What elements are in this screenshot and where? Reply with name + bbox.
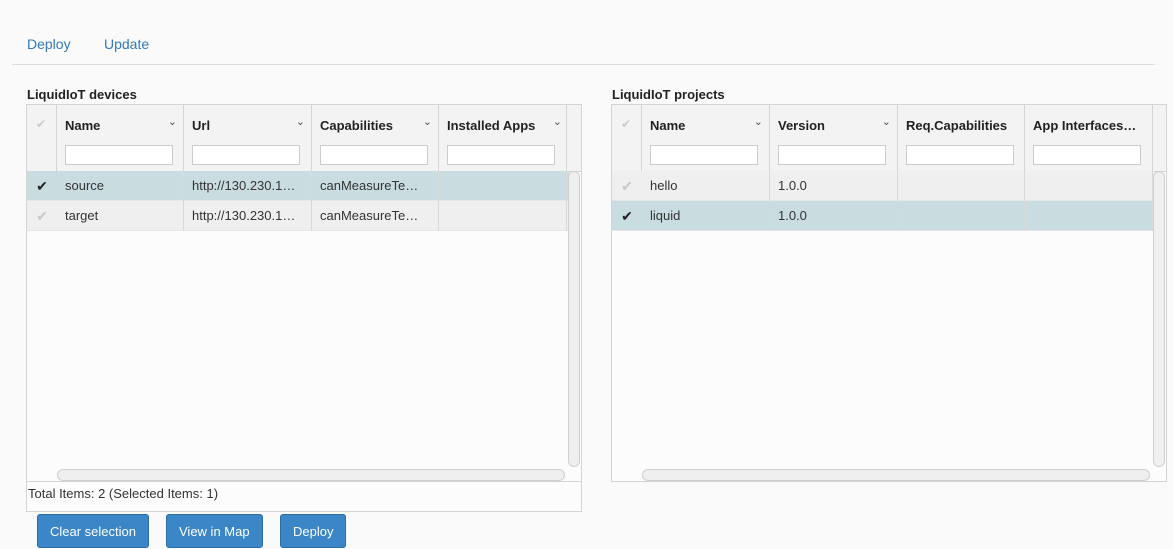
column-label: Capabilities [320,118,393,133]
devices-footer-text: Total Items: 2 (Selected Items: 1) [28,486,219,501]
projects-grid-header: ✔ Name ⌄ Version ⌄ Req.Capabilities App … [612,105,1166,172]
cell-url: http://130.230.1… [184,171,312,201]
tab-update[interactable]: Update [104,36,149,52]
devices-title: LiquidIoT devices [27,87,137,102]
cell-name: target [57,201,184,231]
chevron-down-icon[interactable]: ⌄ [553,115,562,128]
devices-grid: ✔ Name ⌄ Url ⌄ Capabilities ⌄ Installed … [26,104,582,482]
column-label: Name [650,118,686,133]
column-label: App Interfaces… [1033,118,1137,133]
table-row[interactable]: ✔ hello 1.0.0 [612,171,1154,201]
cell-capabilities: canMeasureTe… [312,201,439,231]
projects-col-interfaces[interactable]: App Interfaces… [1025,105,1153,171]
devices-footer-bar: Total Items: 2 (Selected Items: 1) [26,482,582,512]
check-icon: ✔ [36,117,47,131]
chevron-down-icon[interactable]: ⌄ [423,115,432,128]
chevron-down-icon[interactable]: ⌄ [754,115,763,128]
check-icon[interactable]: ✔ [612,171,642,201]
projects-filter-name[interactable] [650,145,758,165]
cell-capabilities: canMeasureTe… [312,171,439,201]
projects-filter-interfaces[interactable] [1033,145,1141,165]
devices-filter-name[interactable] [65,145,173,165]
column-label: Installed Apps [447,118,536,133]
tab-divider [12,64,1155,65]
devices-filter-installed[interactable] [447,145,555,165]
projects-col-capabilities[interactable]: Req.Capabilities [898,105,1025,171]
projects-col-name[interactable]: Name ⌄ [642,105,770,171]
projects-grid: ✔ Name ⌄ Version ⌄ Req.Capabilities App … [611,104,1167,482]
chevron-down-icon[interactable]: ⌄ [882,115,891,128]
chevron-down-icon[interactable]: ⌄ [168,115,177,128]
projects-filter-version[interactable] [778,145,886,165]
column-label: Version [778,118,825,133]
cell-name: hello [642,171,770,201]
horizontal-scrollbar[interactable] [57,469,565,481]
cell-url: http://130.230.1… [184,201,312,231]
cell-version: 1.0.0 [770,171,898,201]
table-row[interactable]: ✔ target http://130.230.1… canMeasureTe… [27,201,569,231]
cell-interfaces [1025,171,1153,201]
column-label: Req.Capabilities [906,118,1008,133]
check-icon[interactable]: ✔ [27,171,57,201]
cell-installed [439,201,567,231]
table-row[interactable]: ✔ liquid 1.0.0 [612,201,1154,231]
check-icon[interactable]: ✔ [612,201,642,231]
table-row[interactable]: ✔ source http://130.230.1… canMeasureTe… [27,171,569,201]
devices-filter-capabilities[interactable] [320,145,428,165]
chevron-down-icon[interactable]: ⌄ [296,115,305,128]
projects-title: LiquidIoT projects [612,87,725,102]
projects-select-all[interactable]: ✔ [612,105,642,171]
projects-col-version[interactable]: Version ⌄ [770,105,898,171]
vertical-scrollbar[interactable] [568,171,580,467]
cell-capabilities [898,201,1025,231]
cell-capabilities [898,171,1025,201]
cell-name: liquid [642,201,770,231]
devices-select-all[interactable]: ✔ [27,105,57,171]
devices-filter-url[interactable] [192,145,300,165]
horizontal-scrollbar[interactable] [642,469,1150,481]
devices-grid-header: ✔ Name ⌄ Url ⌄ Capabilities ⌄ Installed … [27,105,581,172]
cell-installed [439,171,567,201]
cell-version: 1.0.0 [770,201,898,231]
check-icon: ✔ [621,117,632,131]
check-icon[interactable]: ✔ [27,201,57,231]
column-label: Url [192,118,211,133]
tab-deploy[interactable]: Deploy [27,36,71,52]
devices-col-url[interactable]: Url ⌄ [184,105,312,171]
devices-col-installed[interactable]: Installed Apps ⌄ [439,105,567,171]
devices-col-name[interactable]: Name ⌄ [57,105,184,171]
devices-col-capabilities[interactable]: Capabilities ⌄ [312,105,439,171]
cell-name: source [57,171,184,201]
cell-interfaces [1025,201,1153,231]
view-in-map-button[interactable]: View in Map [166,514,263,548]
projects-filter-capabilities[interactable] [906,145,1014,165]
column-label: Name [65,118,101,133]
clear-selection-button[interactable]: Clear selection [37,514,149,548]
vertical-scrollbar[interactable] [1153,171,1165,467]
deploy-button[interactable]: Deploy [280,514,347,548]
